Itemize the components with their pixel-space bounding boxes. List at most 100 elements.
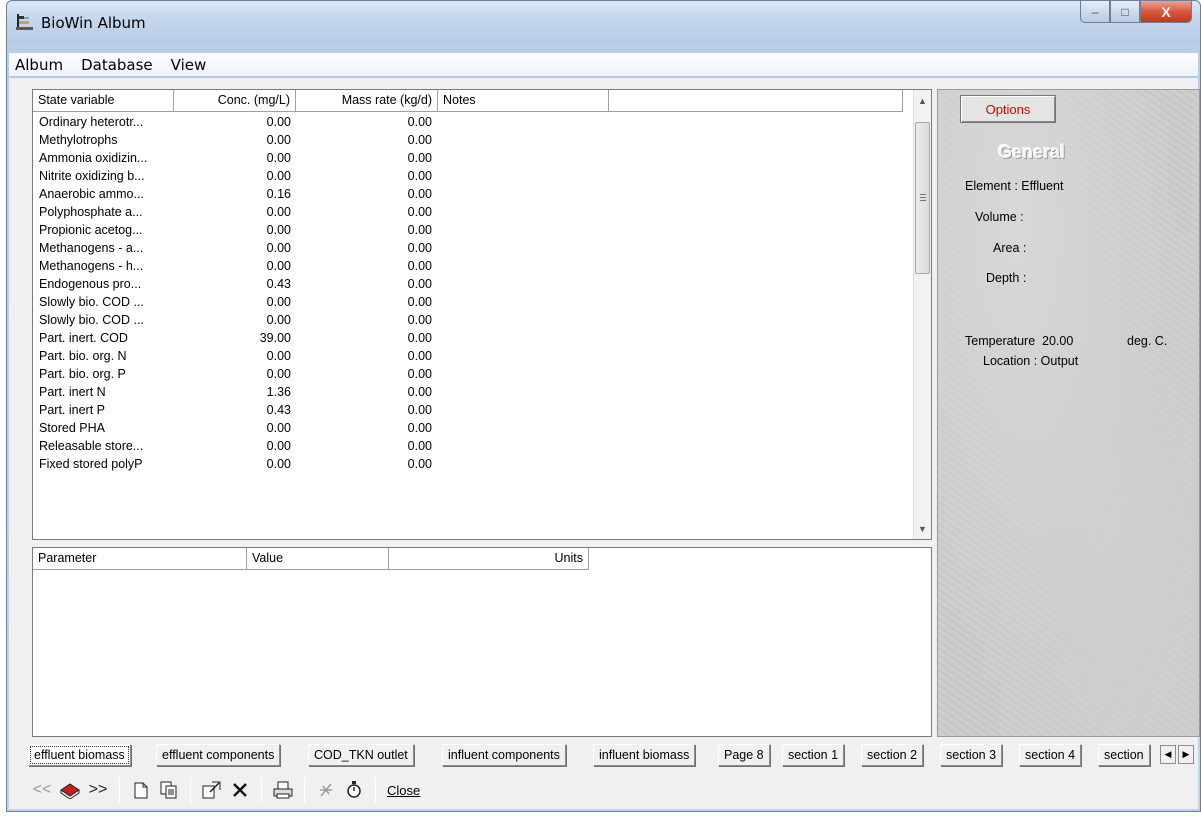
maximize-button[interactable]: □ xyxy=(1110,1,1140,23)
tab-cod-tkn-outlet[interactable]: COD_TKN outlet xyxy=(308,744,414,766)
table-row[interactable]: Polyphosphate a... 0.00 0.00 xyxy=(33,203,913,221)
concentration-cell: 0.00 xyxy=(266,421,291,435)
state-variable-cell: Part. bio. org. N xyxy=(39,349,127,363)
tab-scroll-right-icon[interactable]: ▶ xyxy=(1178,745,1194,764)
info-panel: Options General Element : Effluent Volum… xyxy=(937,89,1200,737)
tab-scroll-left-icon[interactable]: ◀ xyxy=(1160,745,1176,764)
state-table-scrollbar[interactable]: ▲ ▼ xyxy=(913,90,931,539)
table-row[interactable]: Methanogens - a... 0.00 0.00 xyxy=(33,239,913,257)
scroll-up-arrow-icon[interactable]: ▲ xyxy=(914,92,931,109)
mass-rate-cell: 0.00 xyxy=(407,295,432,309)
table-row[interactable]: Slowly bio. COD ... 0.00 0.00 xyxy=(33,311,913,329)
minimize-button[interactable]: – xyxy=(1080,1,1110,23)
delete-icon[interactable] xyxy=(226,776,254,804)
menu-database[interactable]: Database xyxy=(81,56,153,74)
table-row[interactable]: Releasable store... 0.00 0.00 xyxy=(33,437,913,455)
state-variable-cell: Ammonia oxidizin... xyxy=(39,151,148,165)
concentration-cell: 0.00 xyxy=(266,259,291,273)
table-row[interactable]: Methanogens - h... 0.00 0.00 xyxy=(33,257,913,275)
state-table-rows: Ordinary heterotr... 0.00 0.00 Methylotroph… xyxy=(33,113,913,473)
tab-effluent-components[interactable]: effluent components xyxy=(156,744,281,766)
temperature-label: Temperature xyxy=(965,334,1036,348)
tab-influent-components[interactable]: influent components xyxy=(442,744,566,766)
tab-section-partial[interactable]: section xyxy=(1098,744,1150,766)
mass-rate-cell: 0.00 xyxy=(407,421,432,435)
element-label: Element : Effluent xyxy=(965,179,1064,193)
table-row[interactable]: Methylotrophs 0.00 0.00 xyxy=(33,131,913,149)
concentration-cell: 0.00 xyxy=(266,133,291,147)
column-header-parameter[interactable]: Parameter xyxy=(33,548,247,570)
table-row[interactable]: Part. bio. org. N 0.00 0.00 xyxy=(33,347,913,365)
concentration-cell: 0.00 xyxy=(266,151,291,165)
mass-rate-cell: 0.00 xyxy=(407,187,432,201)
table-row[interactable]: Propionic acetog... 0.00 0.00 xyxy=(33,221,913,239)
table-row[interactable]: Part. bio. org. P 0.00 0.00 xyxy=(33,365,913,383)
album-icon[interactable] xyxy=(56,776,84,804)
scrollbar-thumb[interactable] xyxy=(915,122,930,274)
prev-arrows-icon[interactable]: << xyxy=(28,776,56,804)
table-row[interactable]: Part. inert P 0.43 0.00 xyxy=(33,401,913,419)
menu-album[interactable]: Album xyxy=(15,56,63,74)
table-row[interactable]: Endogenous pro... 0.43 0.00 xyxy=(33,275,913,293)
table-row[interactable]: Fixed stored polyP 0.00 0.00 xyxy=(33,455,913,473)
scroll-down-arrow-icon[interactable]: ▼ xyxy=(914,520,931,537)
tab-influent-biomass[interactable]: influent biomass xyxy=(593,744,696,766)
table-row[interactable]: Stored PHA 0.00 0.00 xyxy=(33,419,913,437)
concentration-cell: 0.00 xyxy=(266,313,291,327)
window-title: BioWin Album xyxy=(41,14,146,32)
close-window-button[interactable]: X xyxy=(1140,1,1192,23)
concentration-cell: 0.00 xyxy=(266,349,291,363)
tab-section-3[interactable]: section 3 xyxy=(940,744,1003,766)
state-variable-cell: Methylotrophs xyxy=(39,133,118,147)
new-page-icon[interactable] xyxy=(127,776,155,804)
tab-section-2[interactable]: section 2 xyxy=(861,744,924,766)
column-header-state-variable[interactable]: State variable xyxy=(33,90,174,112)
close-icon: X xyxy=(1161,3,1171,20)
mass-rate-cell: 0.00 xyxy=(407,385,432,399)
thumb-grip-icon xyxy=(920,194,926,201)
title-bar: BioWin Album – □ X xyxy=(7,1,1200,43)
tab-section-4[interactable]: section 4 xyxy=(1019,744,1082,766)
maximize-icon: □ xyxy=(1121,4,1129,19)
temperature-unit: deg. C. xyxy=(1127,334,1168,348)
column-header-units[interactable]: Units xyxy=(389,548,589,570)
table-row[interactable]: Slowly bio. COD ... 0.00 0.00 xyxy=(33,293,913,311)
table-row[interactable]: Ordinary heterotr... 0.00 0.00 xyxy=(33,113,913,131)
table-row[interactable]: Anaerobic ammo... 0.16 0.00 xyxy=(33,185,913,203)
concentration-cell: 0.00 xyxy=(266,241,291,255)
mass-rate-cell: 0.00 xyxy=(407,223,432,237)
close-label: Close xyxy=(387,782,421,798)
column-header-notes[interactable]: Notes xyxy=(438,90,609,112)
volume-label: Volume : xyxy=(975,210,1024,224)
print-icon[interactable] xyxy=(269,776,297,804)
parameter-table[interactable]: Parameter Value Units xyxy=(32,547,932,737)
concentration-cell: 0.43 xyxy=(266,403,291,417)
properties-icon[interactable] xyxy=(198,776,226,804)
concentration-cell: 0.00 xyxy=(266,295,291,309)
location-label: Location : Output xyxy=(983,354,1079,368)
tab-section-1[interactable]: section 1 xyxy=(782,744,845,766)
mass-rate-cell: 0.00 xyxy=(407,349,432,363)
stopwatch-icon[interactable] xyxy=(340,776,368,804)
options-button[interactable]: Options xyxy=(960,95,1056,123)
state-variable-cell: Releasable store... xyxy=(39,439,144,453)
state-variable-cell: Part. inert P xyxy=(39,403,105,417)
tab-page-8[interactable]: Page 8 xyxy=(718,744,770,766)
tab-effluent-biomass[interactable]: effluent biomass xyxy=(28,744,131,766)
concentration-cell: 0.00 xyxy=(266,115,291,129)
column-header-value[interactable]: Value xyxy=(247,548,389,570)
column-header-mass-rate[interactable]: Mass rate (kg/d) xyxy=(296,90,438,112)
table-row[interactable]: Ammonia oxidizin... 0.00 0.00 xyxy=(33,149,913,167)
area-label: Area : xyxy=(993,241,1027,255)
table-row[interactable]: Part. inert N 1.36 0.00 xyxy=(33,383,913,401)
copy-icon[interactable] xyxy=(155,776,183,804)
table-row[interactable]: Nitrite oxidizing b... 0.00 0.00 xyxy=(33,167,913,185)
state-variable-table[interactable]: State variable Conc. (mg/L) Mass rate (k… xyxy=(32,89,932,540)
table-row[interactable]: Part. inert. COD 39.00 0.00 xyxy=(33,329,913,347)
column-header-concentration[interactable]: Conc. (mg/L) xyxy=(174,90,296,112)
close-album-button[interactable]: Close xyxy=(383,783,424,798)
state-table-header: State variable Conc. (mg/L) Mass rate (k… xyxy=(33,90,931,112)
next-arrows-icon[interactable]: >> xyxy=(84,776,112,804)
concentration-cell: 0.43 xyxy=(266,277,291,291)
menu-view[interactable]: View xyxy=(171,56,207,74)
